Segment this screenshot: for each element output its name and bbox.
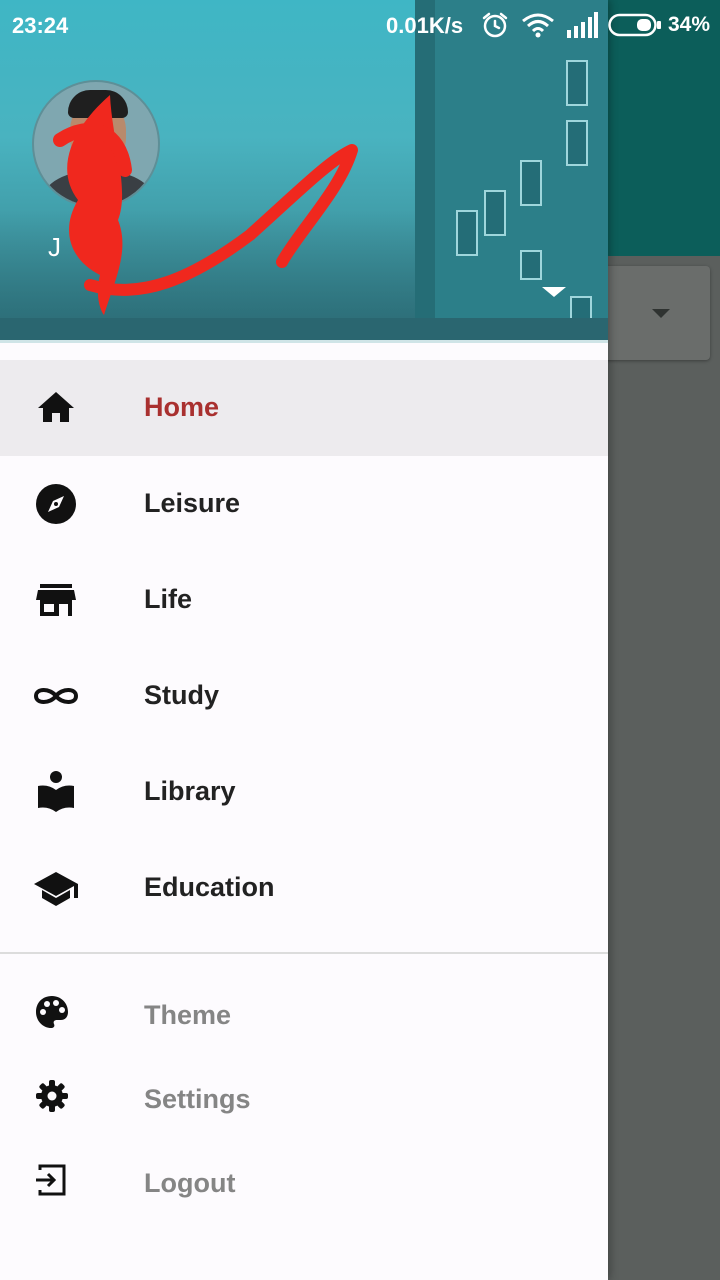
alarm-icon xyxy=(482,12,508,38)
home-icon xyxy=(38,392,74,422)
drawer-item-library[interactable]: Library xyxy=(0,744,608,840)
drawer-item-label: Study xyxy=(144,680,220,710)
menu-divider xyxy=(0,952,608,954)
drawer-item-logout[interactable]: Logout xyxy=(0,1140,608,1224)
exit-icon xyxy=(36,1164,66,1196)
drawer-item-label: Library xyxy=(144,776,236,806)
background-dropdown-caret-icon xyxy=(652,309,670,318)
drawer-item-label: Leisure xyxy=(144,488,241,518)
navigation-drawer: J Home Leisure Life Study Library Educat… xyxy=(0,0,608,1280)
battery-percent: 34% xyxy=(668,13,711,36)
drawer-item-leisure[interactable]: Leisure xyxy=(0,456,608,552)
palette-icon xyxy=(36,996,68,1028)
infinity-icon xyxy=(33,688,79,704)
drawer-item-label: Life xyxy=(144,584,193,614)
drawer-item-theme[interactable]: Theme xyxy=(0,972,608,1056)
status-bar: 23:24 0.01K/s 34% xyxy=(0,0,720,50)
status-net-speed: 0.01K/s xyxy=(386,13,464,38)
gear-icon xyxy=(36,1080,68,1112)
drawer-item-education[interactable]: Education xyxy=(0,840,608,936)
drawer-item-label: Theme xyxy=(144,1000,232,1030)
drawer-item-settings[interactable]: Settings xyxy=(0,1056,608,1140)
drawer-item-label: Settings xyxy=(144,1084,251,1114)
drawer-item-label: Education xyxy=(144,872,275,902)
battery-icon xyxy=(608,13,661,37)
drawer-item-life[interactable]: Life xyxy=(0,552,608,648)
redaction-scribble xyxy=(53,95,358,315)
graduation-cap-icon xyxy=(34,872,78,906)
drawer-header: J xyxy=(0,0,608,343)
drawer-item-home[interactable]: Home xyxy=(0,360,608,456)
account-dropdown-icon[interactable] xyxy=(542,287,566,297)
store-icon xyxy=(36,584,76,616)
status-time: 23:24 xyxy=(12,13,69,38)
drawer-item-label: Home xyxy=(144,392,220,422)
wifi-icon xyxy=(522,13,554,38)
signal-icon xyxy=(567,12,598,38)
drawer-item-study[interactable]: Study xyxy=(0,648,608,744)
drawer-item-label: Logout xyxy=(144,1168,236,1198)
reader-icon xyxy=(38,771,74,812)
compass-icon xyxy=(36,484,76,524)
